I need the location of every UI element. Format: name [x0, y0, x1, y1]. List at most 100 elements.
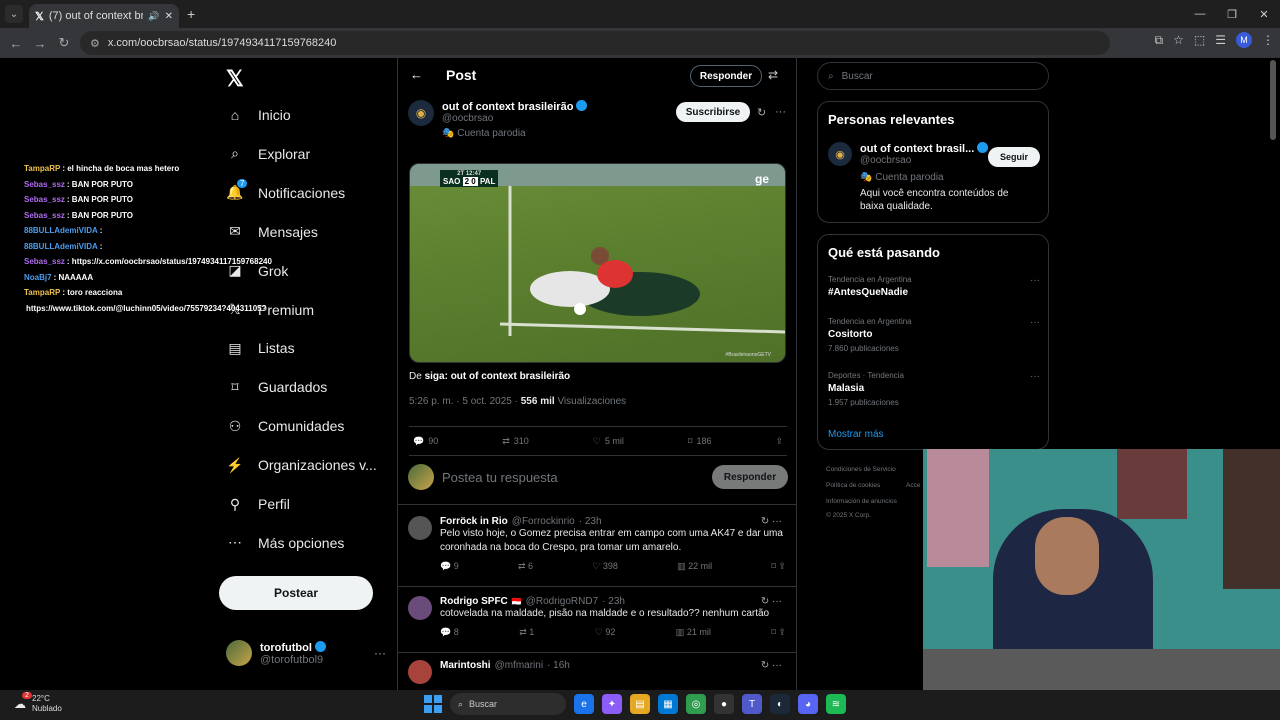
- repost-count[interactable]: ⇄ 6: [518, 561, 533, 572]
- reply-submit-button[interactable]: Responder: [712, 465, 788, 489]
- trend-item[interactable]: Tendencia en Argentina Cositorto 7.860 p…: [828, 317, 1040, 353]
- post-video[interactable]: 2T 12:47 SAO 2 0 PAL ge #BrasileiraonoGE…: [409, 163, 786, 363]
- browser-tab[interactable]: 𝕏 (7) out of context brasileirão 🔊 ✕: [29, 4, 179, 28]
- discord-icon[interactable]: ◕: [798, 694, 818, 714]
- menu-icon[interactable]: ⋮: [1262, 33, 1274, 47]
- avatar[interactable]: [408, 660, 432, 684]
- like-action[interactable]: ♡ 5 mil: [593, 436, 624, 447]
- speaker-icon[interactable]: 🔊: [148, 11, 159, 22]
- obs-icon[interactable]: ●: [714, 694, 734, 714]
- reload-icon[interactable]: ↻: [52, 35, 76, 51]
- avatar[interactable]: [408, 596, 432, 620]
- post-timestamp[interactable]: 5:26 p. m. · 5 oct. 2025 ·: [409, 396, 518, 407]
- footer-link[interactable]: Condiciones de Servicio: [826, 466, 896, 473]
- reply-input[interactable]: Postea tu respuesta: [442, 470, 704, 485]
- more-icon[interactable]: ···: [374, 646, 386, 660]
- reply-author-name[interactable]: Marintoshi: [440, 660, 491, 671]
- views-count[interactable]: ▥ 22 mil: [677, 561, 712, 572]
- forward-icon[interactable]: →: [28, 36, 52, 51]
- back-icon[interactable]: ←: [4, 36, 28, 51]
- author-name[interactable]: out of context brasileirão: [442, 101, 573, 113]
- reply-count[interactable]: 💬 8: [440, 627, 459, 638]
- more-icon[interactable]: ↻ ···: [761, 596, 782, 607]
- repost-count[interactable]: ⇄ 1: [519, 627, 534, 638]
- more-icon[interactable]: ···: [775, 106, 786, 118]
- reply-author-handle[interactable]: @RodrigoRND7: [526, 596, 598, 607]
- chrome-icon[interactable]: ◎: [686, 694, 706, 714]
- spotify-icon[interactable]: ≋: [826, 694, 846, 714]
- nav-item-listas[interactable]: ▤ Listas: [226, 339, 294, 357]
- tab-search-button[interactable]: ⌄: [5, 5, 23, 23]
- nav-item-guardados[interactable]: ⌑ Guardados: [226, 378, 327, 396]
- nav-item-más[interactable]: ⋯ Más opciones: [226, 534, 344, 552]
- relevant-name[interactable]: out of context brasil...: [860, 143, 974, 155]
- edge-icon[interactable]: e: [574, 694, 594, 714]
- more-icon[interactable]: ···: [1030, 317, 1040, 328]
- nav-item-organizaciones[interactable]: ⚡ Organizaciones v...: [226, 456, 377, 474]
- trend-item[interactable]: Deportes · Tendencia Malasia 1.957 publi…: [828, 371, 1040, 407]
- author-handle[interactable]: @oocbrsao: [442, 113, 587, 124]
- bookmark-share-icons[interactable]: ⌑ ⇪: [771, 561, 786, 572]
- footer-link[interactable]: Acce: [906, 482, 920, 489]
- more-icon[interactable]: ↻ ···: [761, 516, 782, 527]
- teams-icon[interactable]: T: [742, 694, 762, 714]
- bookmark-action[interactable]: ⌑ 186: [688, 436, 712, 447]
- nav-item-perfil[interactable]: ⚲ Perfil: [226, 495, 290, 513]
- footer-link[interactable]: Política de cookies: [826, 482, 880, 489]
- list-item[interactable]: Rodrigo SPFC 🇮🇩 @RodrigoRND7 · 23h ↻ ···…: [408, 596, 788, 638]
- reply-author-handle[interactable]: @Forrockinrio: [512, 516, 575, 527]
- more-icon[interactable]: ↻ ···: [761, 660, 782, 671]
- filter-icon[interactable]: ⇄: [768, 68, 778, 82]
- repost-action[interactable]: ⇄ 310: [502, 436, 529, 447]
- reply-author-handle[interactable]: @mfmarini: [495, 660, 544, 671]
- bookmark-share-icons[interactable]: ⌑ ⇪: [771, 627, 786, 638]
- search-input[interactable]: ⌕ Buscar: [817, 62, 1049, 90]
- tab-close-icon[interactable]: ✕: [165, 11, 173, 22]
- source-link[interactable]: siga: out of context brasileirão: [425, 371, 571, 382]
- install-icon[interactable]: ⧉: [1155, 33, 1164, 48]
- more-icon[interactable]: ···: [1030, 275, 1040, 286]
- bookmark-star-icon[interactable]: ☆: [1173, 33, 1184, 47]
- views-count[interactable]: ▥ 21 mil: [676, 627, 711, 638]
- site-info-icon[interactable]: ⚙: [90, 37, 100, 50]
- restore-button[interactable]: ❐: [1216, 0, 1248, 28]
- post-button[interactable]: Postear: [219, 576, 373, 610]
- footer-link[interactable]: Información de anuncios: [826, 498, 897, 505]
- like-count[interactable]: ♡ 398: [592, 561, 618, 572]
- weather-widget[interactable]: ☁ 22°C Nublado: [14, 694, 62, 714]
- grok-icon[interactable]: ↻: [757, 106, 766, 119]
- avatar[interactable]: ◉: [828, 142, 852, 166]
- start-button[interactable]: [424, 695, 442, 713]
- show-more-link[interactable]: Mostrar más: [828, 429, 884, 440]
- reading-list-icon[interactable]: ☰: [1215, 33, 1226, 47]
- avatar[interactable]: [408, 516, 432, 540]
- nav-item-inicio[interactable]: ⌂ Inicio: [226, 106, 291, 124]
- reply-action[interactable]: 💬 90: [413, 436, 438, 447]
- subscribe-button[interactable]: Suscribirse: [676, 102, 750, 122]
- follow-button[interactable]: Seguir: [988, 147, 1040, 167]
- store-icon[interactable]: ▦: [658, 694, 678, 714]
- minimize-button[interactable]: —: [1184, 0, 1216, 28]
- scrollbar[interactable]: [1270, 60, 1276, 140]
- reply-author-name[interactable]: Rodrigo SPFC: [440, 596, 508, 607]
- new-tab-button[interactable]: +: [187, 6, 195, 22]
- like-count[interactable]: ♡ 92: [595, 627, 616, 638]
- trend-item[interactable]: Tendencia en Argentina #AntesQueNadie ··…: [828, 275, 1040, 298]
- list-item[interactable]: Forröck in Rio @Forrockinrio · 23h ↻ ···…: [408, 516, 788, 572]
- copilot-icon[interactable]: ✦: [602, 694, 622, 714]
- profile-avatar[interactable]: M: [1236, 32, 1252, 48]
- share-icon[interactable]: ⇪: [775, 436, 783, 447]
- taskbar-search[interactable]: ⌕ Buscar: [450, 693, 566, 715]
- author-avatar[interactable]: ◉: [408, 100, 434, 126]
- file-explorer-icon[interactable]: ▤: [630, 694, 650, 714]
- steam-icon[interactable]: ◐: [770, 694, 790, 714]
- extensions-icon[interactable]: ⬚: [1194, 33, 1205, 47]
- reply-count[interactable]: 💬 9: [440, 561, 459, 572]
- back-arrow-icon[interactable]: ←: [410, 67, 423, 82]
- x-logo-icon[interactable]: 𝕏: [226, 66, 244, 92]
- list-item[interactable]: Marintoshi @mfmarini · 16h ↻ ···: [408, 660, 788, 684]
- reply-author-name[interactable]: Forröck in Rio: [440, 516, 508, 527]
- reply-header-button[interactable]: Responder: [690, 65, 762, 87]
- address-bar[interactable]: ⚙ x.com/oocbrsao/status/1974934117159768…: [80, 31, 1110, 55]
- nav-item-explorar[interactable]: ⌕ Explorar: [226, 145, 310, 163]
